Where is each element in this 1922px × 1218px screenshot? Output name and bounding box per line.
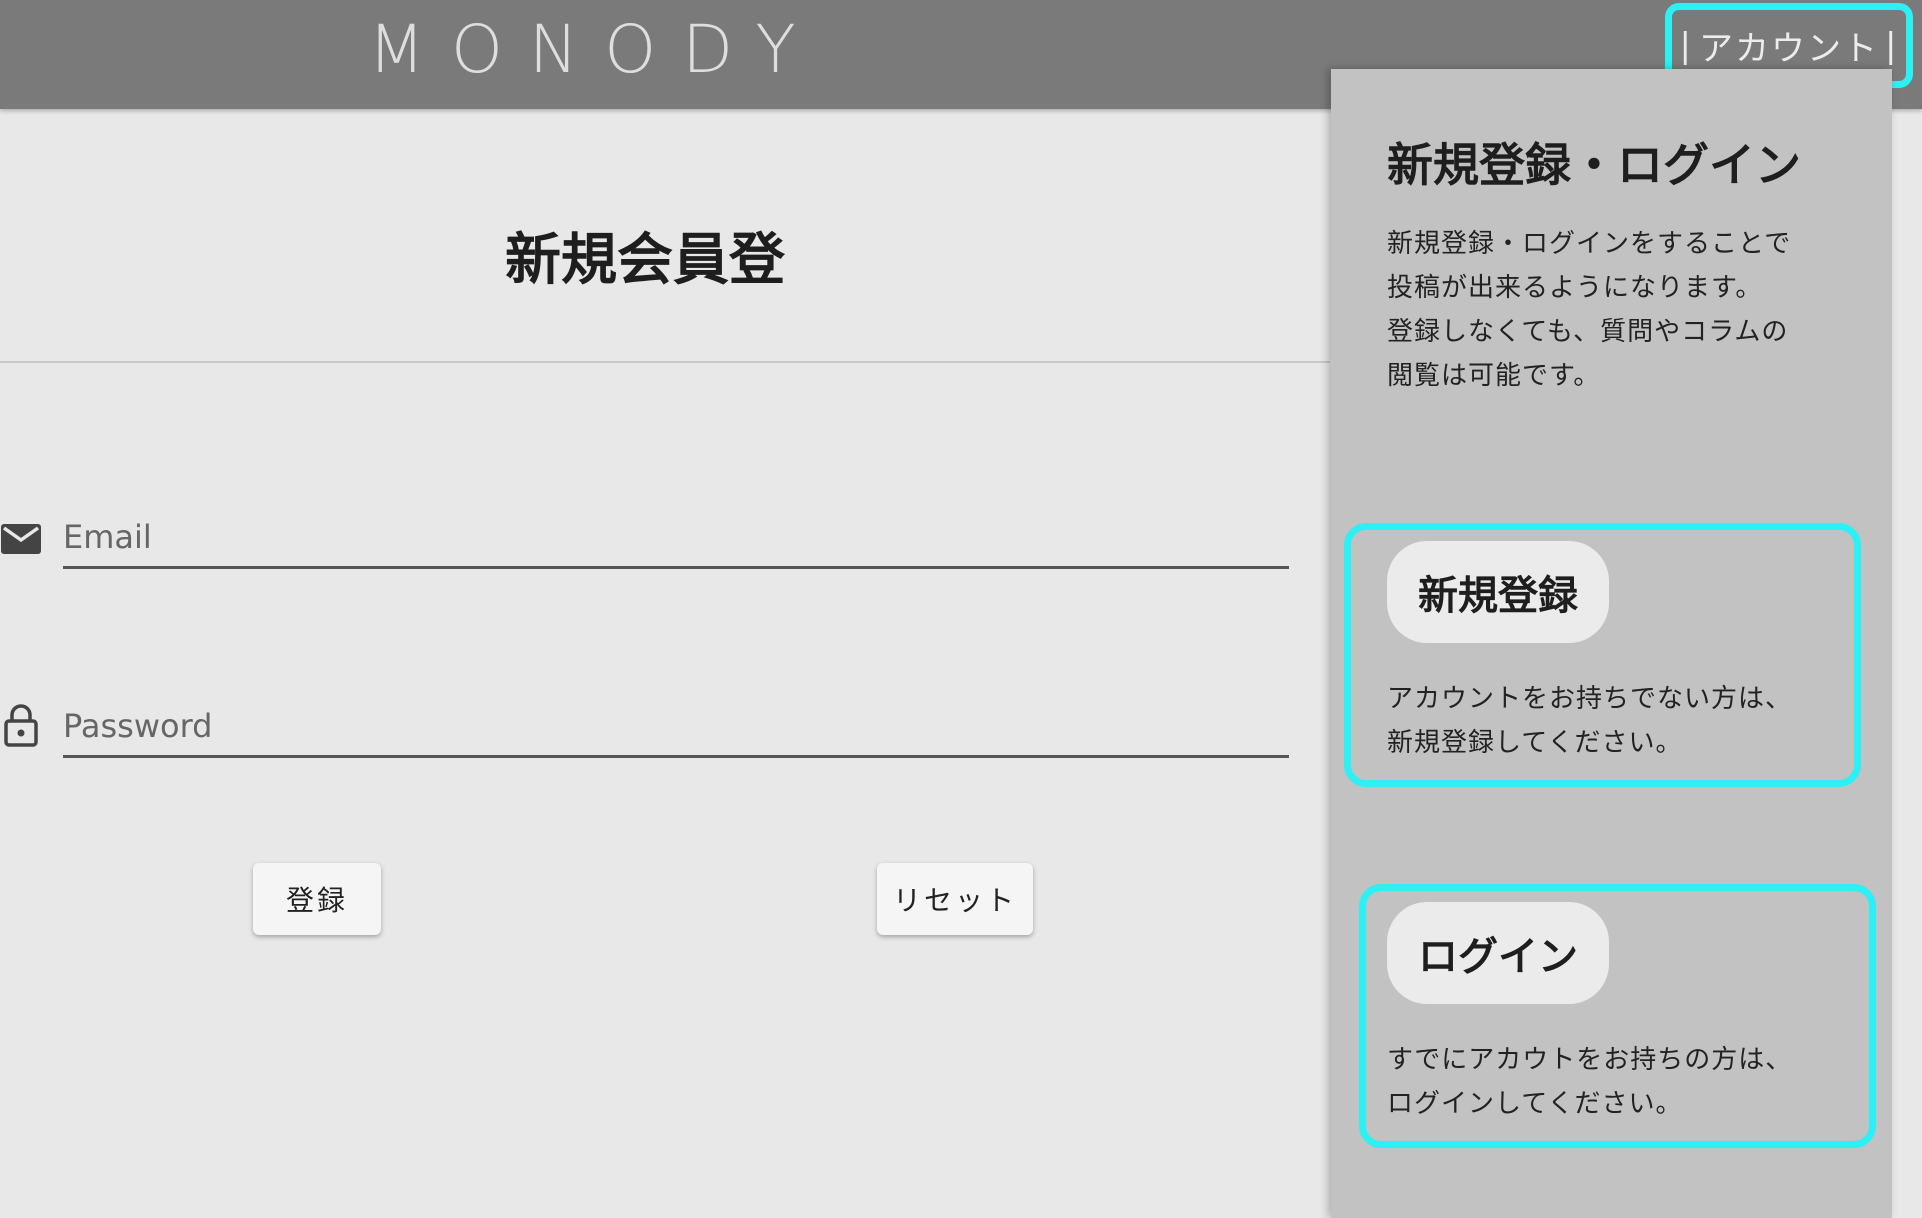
- title-divider: [0, 361, 1330, 363]
- drawer-description-line: 新規登録・ログインをすることで: [1387, 229, 1792, 259]
- drawer-description-line: 登録しなくても、質問やコラムの: [1387, 317, 1789, 347]
- register-button[interactable]: 登録: [253, 863, 381, 935]
- drawer-description-line: 投稿が出来るようになります。: [1387, 273, 1763, 303]
- drawer-title: 新規登録・ログイン: [1387, 138, 1801, 192]
- site-logo[interactable]: MONODY: [368, 10, 822, 90]
- password-field-row: [0, 697, 1290, 767]
- drawer-description-line: 閲覧は可能です。: [1387, 361, 1601, 391]
- separator-right: |: [1885, 25, 1899, 66]
- login-hint-line: すでにアカウトをお持ちの方は、: [1387, 1045, 1793, 1075]
- email-input[interactable]: [63, 508, 1289, 569]
- login-card: ログイン すでにアカウトをお持ちの方は、 ログインしてください。: [1359, 884, 1876, 1148]
- login-hint-line: ログインしてください。: [1387, 1089, 1683, 1119]
- signup-hint-line: 新規登録してください。: [1387, 728, 1683, 758]
- reset-button[interactable]: リセット: [877, 863, 1033, 935]
- signup-card: 新規登録 アカウントをお持ちでない方は、 新規登録してください。: [1344, 523, 1861, 787]
- signup-hint-line: アカウントをお持ちでない方は、: [1387, 684, 1793, 714]
- drawer-description: 新規登録・ログインをすることで 投稿が出来るようになります。 登録しなくても、質…: [1387, 222, 1847, 398]
- login-hint: すでにアカウトをお持ちの方は、 ログインしてください。: [1387, 1038, 1792, 1126]
- account-label: アカウント: [1699, 29, 1879, 69]
- signup-button[interactable]: 新規登録: [1387, 541, 1609, 643]
- account-drawer: 新規登録・ログイン 新規登録・ログインをすることで 投稿が出来るようになります。…: [1331, 69, 1892, 1218]
- email-field-row: [0, 508, 1290, 578]
- separator-left: |: [1679, 25, 1693, 66]
- page-title: 新規会員登: [505, 228, 785, 293]
- signup-hint: アカウントをお持ちでない方は、 新規登録してください。: [1387, 677, 1792, 765]
- password-input[interactable]: [63, 697, 1289, 758]
- login-button[interactable]: ログイン: [1387, 902, 1609, 1004]
- lock-icon: [4, 704, 38, 747]
- mail-icon: [1, 524, 41, 554]
